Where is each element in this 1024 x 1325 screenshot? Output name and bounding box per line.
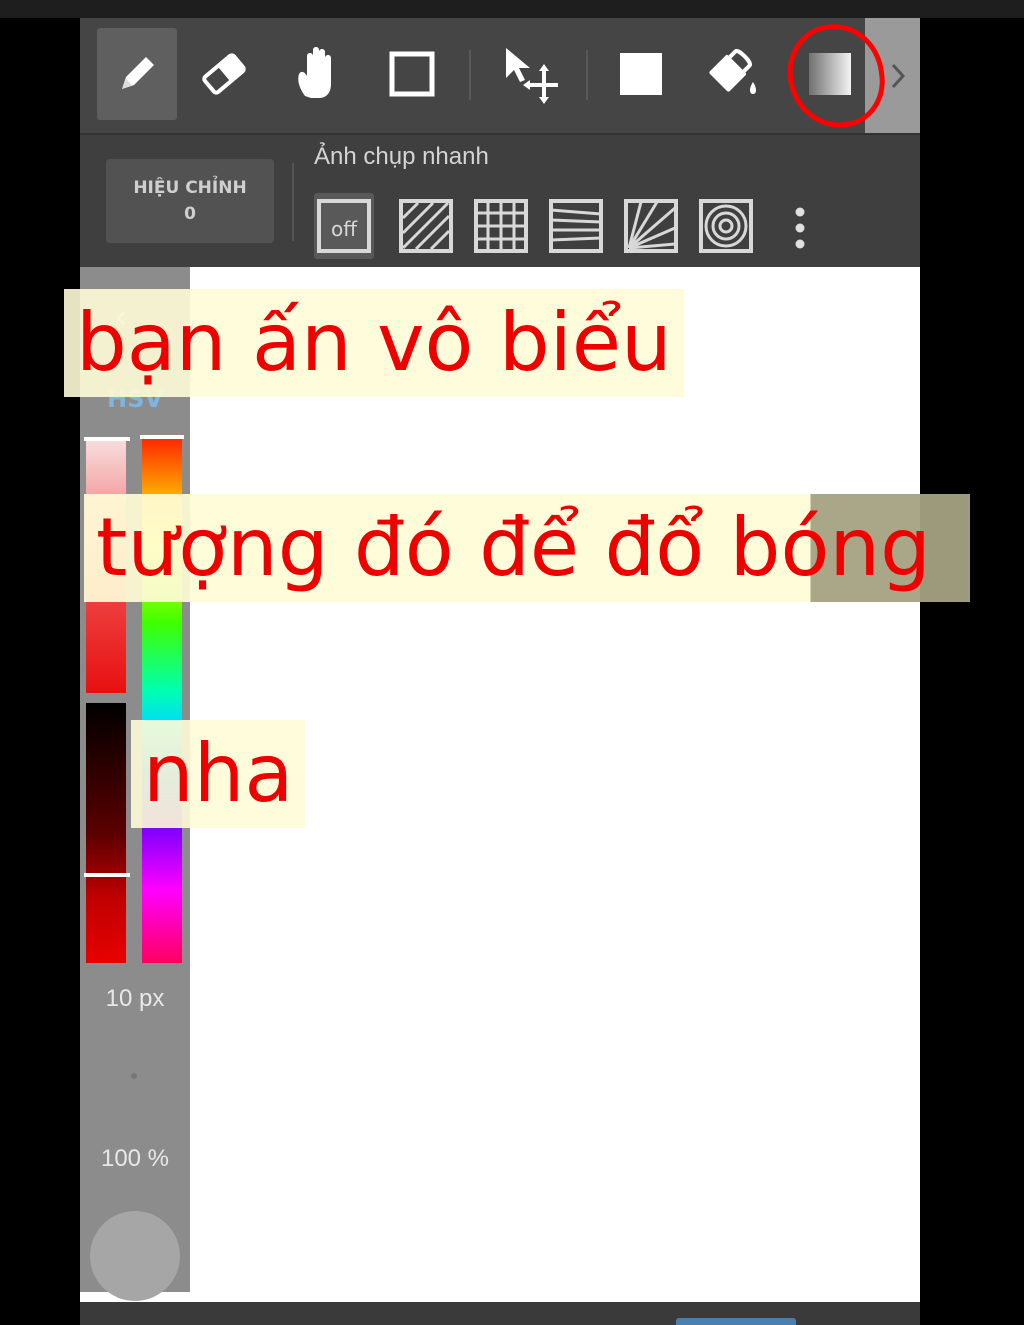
chevron-right-icon <box>891 63 906 88</box>
snap-perspective-button[interactable] <box>546 193 606 259</box>
saturation-marker[interactable] <box>84 437 130 441</box>
snap-concentric-button[interactable] <box>696 193 756 259</box>
perspective-lines-icon <box>549 199 603 253</box>
top-strip <box>0 0 1024 18</box>
rectangle-select-tool-button[interactable] <box>372 28 452 120</box>
toolbar-divider <box>586 50 588 100</box>
filled-rectangle-icon <box>620 53 662 95</box>
brush-preview-dot <box>131 1073 137 1079</box>
snap-off-button[interactable]: off <box>314 193 374 259</box>
caption-line-1: bạn ấn vô biểu <box>64 289 684 397</box>
caption-line-3: nha <box>131 720 306 828</box>
toolbar-divider <box>469 50 471 100</box>
paint-bucket-icon <box>709 49 756 94</box>
snapshot-more-button[interactable] <box>786 203 814 253</box>
pencil-icon <box>122 57 154 89</box>
bottom-tab-indicator[interactable] <box>676 1318 796 1325</box>
snap-radial-button[interactable] <box>621 193 681 259</box>
snapshot-divider <box>292 163 294 241</box>
move-tool-button[interactable] <box>488 28 568 120</box>
snap-parallel-button[interactable] <box>396 193 456 259</box>
selection-rectangle-icon <box>389 51 435 97</box>
eraser-icon <box>202 53 246 95</box>
correction-label: HIỆU CHỈNH <box>133 178 247 198</box>
parallel-lines-icon <box>399 199 453 253</box>
more-vertical-icon <box>795 207 805 249</box>
value-marker[interactable] <box>84 873 130 877</box>
snap-off-icon: off <box>317 199 371 253</box>
snapshot-toolbar: HIỆU CHỈNH 0 Ảnh chụp nhanh off <box>80 133 920 269</box>
caption-line-2: tượng đó để đổ bóng <box>84 494 970 602</box>
move-icon <box>506 48 558 104</box>
bucket-tool-button[interactable] <box>693 28 773 120</box>
fill-rectangle-tool-button[interactable] <box>601 28 681 120</box>
snap-grid-button[interactable] <box>471 193 531 259</box>
hand-icon <box>298 47 331 98</box>
pen-tool-button[interactable] <box>97 28 177 120</box>
opacity-label[interactable]: 100 % <box>80 1145 190 1173</box>
snapshot-label: Ảnh chụp nhanh <box>314 143 489 170</box>
saturation-value-picker-bottom[interactable] <box>86 703 126 963</box>
hand-tool-button[interactable] <box>280 28 360 120</box>
correction-value: 0 <box>184 204 196 224</box>
radial-lines-icon <box>624 199 678 253</box>
grid-icon <box>474 199 528 253</box>
current-color-swatch[interactable] <box>90 1211 180 1301</box>
snap-off-text: off <box>331 217 358 241</box>
eraser-tool-button[interactable] <box>184 28 264 120</box>
drawing-app-window: HIỆU CHỈNH 0 Ảnh chụp nhanh off HSV 10 p… <box>80 18 920 1325</box>
correction-button[interactable]: HIỆU CHỈNH 0 <box>106 159 274 243</box>
concentric-circles-icon <box>699 199 753 253</box>
hue-marker[interactable] <box>140 435 184 439</box>
brush-size-label[interactable]: 10 px <box>80 985 190 1013</box>
